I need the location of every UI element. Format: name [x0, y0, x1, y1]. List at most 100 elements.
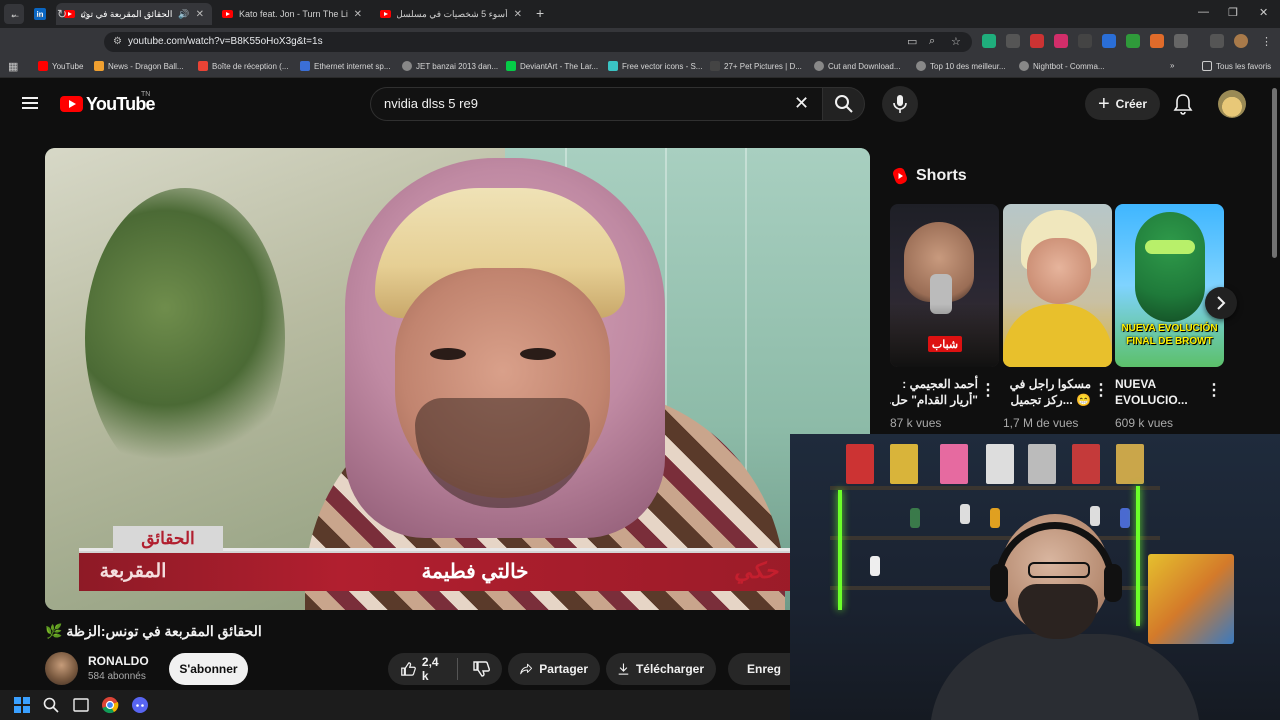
guide-menu-icon[interactable]: [22, 97, 38, 109]
short-thumbnail[interactable]: [1003, 204, 1112, 367]
bookmark-item[interactable]: DeviantArt - The Lar...: [506, 61, 598, 71]
windows-logo-icon: [14, 697, 30, 713]
figurine: [1090, 506, 1100, 526]
download-button[interactable]: Télécharger: [606, 653, 716, 685]
search-query[interactable]: nvidia dlss 5 re9: [384, 96, 478, 111]
bookmarks-overflow-button[interactable]: »: [1170, 61, 1174, 70]
manga-cover: [986, 444, 1014, 484]
channel-avatar[interactable]: [45, 652, 78, 685]
shelf: [830, 536, 1160, 540]
voice-search-button[interactable]: [882, 86, 918, 122]
reading-list-icon[interactable]: [1210, 34, 1224, 48]
channel-name[interactable]: RONALDO: [88, 654, 149, 668]
site-info-icon[interactable]: ⚙: [113, 36, 122, 47]
short-menu-icon[interactable]: ⋮: [1206, 380, 1222, 400]
bookmark-item[interactable]: Top 10 des meilleur...: [916, 61, 1006, 71]
tab-music[interactable]: Kato feat. Jon - Turn The Lights ✕: [214, 3, 370, 25]
manga-cover: [1072, 444, 1100, 484]
extension-icon[interactable]: [1150, 34, 1164, 48]
cast-icon[interactable]: ▭: [907, 35, 917, 48]
close-tab-icon[interactable]: ✕: [196, 9, 204, 20]
close-tab-icon[interactable]: ✕: [514, 9, 522, 20]
forward-button[interactable]: →: [33, 7, 45, 21]
short-thumbnail[interactable]: NUEVA EVOLUCIÓN FINAL DE BROWT: [1115, 204, 1224, 367]
minimize-button[interactable]: —: [1198, 6, 1209, 18]
profile-icon[interactable]: [1234, 34, 1248, 48]
bookmark-item[interactable]: JET banzai 2013 dan...: [402, 61, 498, 71]
short-title[interactable]: مسكوا راجل في 😁 ...ركز تجميل: [1003, 376, 1091, 408]
search-button[interactable]: [822, 87, 865, 121]
thumbnail-overlay-text: NUEVA EVOLUCIÓN FINAL DE BROWT: [1121, 323, 1218, 347]
bookmark-item[interactable]: 27+ Pet Pictures | D...: [710, 61, 802, 71]
tab-series[interactable]: أسوء 5 شخصيات في مسلسل شر ✕: [372, 3, 530, 25]
extension-icon[interactable]: [1030, 34, 1044, 48]
manga-cover: [940, 444, 968, 484]
zoom-icon[interactable]: ⌕: [929, 35, 935, 48]
bookmark-item[interactable]: Cut and Download...: [814, 61, 901, 71]
led-strip: [1136, 486, 1140, 626]
globe-icon: [1019, 61, 1029, 71]
bookmark-star-icon[interactable]: ☆: [951, 35, 961, 48]
bell-icon: [1173, 94, 1193, 115]
video-frame-eye: [430, 348, 466, 360]
bookmark-item[interactable]: Nightbot - Comma...: [1019, 61, 1105, 71]
dragonball-icon: [94, 61, 104, 71]
reload-button[interactable]: ↻: [57, 7, 67, 21]
shorts-next-button[interactable]: [1205, 287, 1237, 319]
windows-start-icon[interactable]: [12, 695, 32, 715]
subscribe-button[interactable]: S'abonner: [169, 653, 248, 685]
apps-grid-icon[interactable]: ▦: [8, 60, 18, 73]
url-text[interactable]: youtube.com/watch?v=B8K55oHoX3g&t=1s: [128, 36, 323, 47]
short-title[interactable]: أحمد العجيمي : "أريار القدام" حل...: [890, 376, 978, 408]
discord-taskbar-icon[interactable]: [130, 695, 150, 715]
task-view-icon[interactable]: [71, 695, 91, 715]
bookmark-item[interactable]: News - Dragon Ball...: [94, 61, 184, 71]
tab-active-video[interactable]: الحقائق المقربعة في تونس:الزظة 🔊 ✕: [56, 3, 212, 25]
mail-icon: [198, 61, 208, 71]
bookmark-item[interactable]: Ethernet internet sp...: [300, 61, 391, 71]
region-code: TN: [141, 91, 151, 98]
all-bookmarks-button[interactable]: Tous les favoris: [1202, 61, 1271, 71]
notifications-button[interactable]: [1173, 93, 1193, 120]
like-dislike-group: 2,4 k: [388, 653, 502, 685]
webcam-overlay: [790, 434, 1280, 720]
clear-search-icon[interactable]: ✕: [794, 93, 809, 114]
manga-cover: [1028, 444, 1056, 484]
extension-icon[interactable]: [1054, 34, 1068, 48]
shorts-icon: [893, 167, 907, 185]
short-menu-icon[interactable]: ⋮: [980, 380, 996, 400]
restore-button[interactable]: ❐: [1228, 6, 1238, 19]
video-player[interactable]: الحقائق المقربعة خالتي فطيمة حكي: [45, 148, 870, 610]
new-tab-button[interactable]: +: [536, 5, 544, 21]
extension-icon[interactable]: [982, 34, 996, 48]
extension-icon[interactable]: [1102, 34, 1116, 48]
page-scrollbar[interactable]: [1272, 88, 1277, 258]
close-tab-icon[interactable]: ✕: [354, 9, 362, 20]
speaker-icon[interactable]: 🔊: [178, 9, 189, 20]
extension-icon[interactable]: [1006, 34, 1020, 48]
create-button[interactable]: + Créer: [1085, 88, 1160, 120]
share-button[interactable]: Partager: [508, 653, 600, 685]
dislike-button[interactable]: [472, 660, 490, 678]
menu-kebab-icon[interactable]: ⋮: [1261, 35, 1272, 48]
like-button[interactable]: 2,4 k: [400, 655, 445, 683]
bookmark-item[interactable]: YouTube: [38, 61, 83, 71]
extension-icon[interactable]: [1126, 34, 1140, 48]
deviantart-icon: [506, 61, 516, 71]
extension-icon[interactable]: [1078, 34, 1092, 48]
bookmark-item[interactable]: Boîte de réception (...: [198, 61, 289, 71]
youtube-logo-icon[interactable]: [60, 96, 83, 112]
account-avatar[interactable]: [1218, 90, 1246, 118]
close-window-button[interactable]: ✕: [1259, 6, 1268, 19]
short-thumbnail[interactable]: شباب: [890, 204, 999, 367]
bookmark-item[interactable]: Free vector icons - S...: [608, 61, 702, 71]
back-button[interactable]: ←: [9, 7, 21, 21]
short-title[interactable]: NUEVA EVOLUCIO...: [1115, 376, 1203, 408]
save-button[interactable]: Enreg: [728, 653, 790, 685]
home-button[interactable]: ⌂: [81, 7, 88, 21]
taskbar-search-icon[interactable]: [41, 695, 61, 715]
headset: [995, 522, 1115, 582]
short-menu-icon[interactable]: ⋮: [1093, 380, 1109, 400]
chrome-taskbar-icon[interactable]: [100, 695, 120, 715]
extensions-puzzle-icon[interactable]: [1174, 34, 1188, 48]
